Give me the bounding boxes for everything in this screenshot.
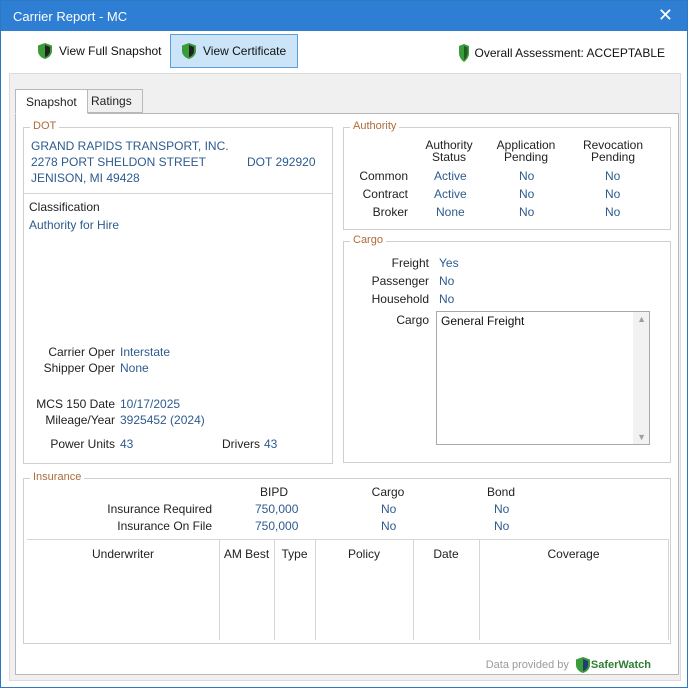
authority-row-revocation: No <box>605 187 621 201</box>
saferwatch-shield-icon <box>575 657 590 673</box>
insurance-required-label: Insurance Required <box>107 502 212 516</box>
authority-row-status: Active <box>434 187 467 201</box>
cargo-list-label: Cargo <box>396 313 429 327</box>
view-full-snapshot-button[interactable]: View Full Snapshot <box>27 34 172 68</box>
overall-assessment-text: Overall Assessment: ACCEPTABLE <box>474 46 665 60</box>
carrier-report-window: Carrier Report - MC ✕ View Full Snapshot… <box>0 0 688 688</box>
saferwatch-logo: SaferWatch <box>575 656 651 674</box>
shield-icon <box>182 43 196 59</box>
coverage-header[interactable]: Coverage <box>479 547 668 561</box>
authority-group-label: Authority <box>350 120 400 132</box>
dot-divider <box>24 193 332 194</box>
authority-row-name: Broker <box>372 205 408 219</box>
dot-number: DOT 292920 <box>247 155 316 169</box>
shield-icon <box>38 43 52 59</box>
authority-status-header-2: Status <box>431 150 467 164</box>
insurance-bipd-header: BIPD <box>259 485 288 499</box>
underwriter-header[interactable]: Underwriter <box>27 547 219 561</box>
freight-value: Yes <box>439 256 459 270</box>
household-label: Household <box>371 292 429 306</box>
title-bar: Carrier Report - MC ✕ <box>1 1 687 31</box>
household-value: No <box>439 292 455 306</box>
mileage-value: 3925452 (2024) <box>120 413 205 427</box>
toolbar: View Full Snapshot View Certificate Over… <box>1 31 687 71</box>
carrier-oper-value: Interstate <box>120 345 171 359</box>
insurance-required-bond: No <box>494 502 510 516</box>
mileage-label: Mileage/Year <box>45 413 115 427</box>
mcs150-label: MCS 150 Date <box>36 397 115 411</box>
shipper-oper-value: None <box>120 361 149 375</box>
drivers-value: 43 <box>264 437 278 451</box>
insurance-required-bipd: 750,000 <box>255 502 299 516</box>
cargo-scrollbar[interactable]: ▲ ▼ <box>633 312 649 444</box>
insurance-onfile-bipd: 750,000 <box>255 519 299 533</box>
insurance-onfile-bond: No <box>494 519 510 533</box>
window-title: Carrier Report - MC <box>13 9 128 24</box>
insurance-table-top-line <box>27 539 669 540</box>
close-icon[interactable]: ✕ <box>658 5 673 26</box>
insurance-bond-header: Bond <box>486 485 516 499</box>
drivers-label: Drivers <box>222 437 260 451</box>
power-units-label: Power Units <box>50 437 115 451</box>
authority-row-revocation: No <box>605 169 621 183</box>
view-full-snapshot-label: View Full Snapshot <box>59 44 162 58</box>
cargo-group-label: Cargo <box>350 234 386 246</box>
passenger-value: No <box>439 274 455 288</box>
insurance-onfile-cargo: No <box>381 519 397 533</box>
tab-snapshot-label: Snapshot <box>26 94 77 109</box>
view-certificate-label: View Certificate <box>203 44 287 58</box>
insurance-cargo-header: Cargo <box>371 485 405 499</box>
cargo-textbox[interactable]: General Freight ▲ ▼ <box>436 311 650 445</box>
insurance-required-cargo: No <box>381 502 397 516</box>
carrier-oper-label: Carrier Oper <box>48 345 115 359</box>
view-certificate-button[interactable]: View Certificate <box>170 34 298 68</box>
carrier-name: GRAND RAPIDS TRANSPORT, INC. <box>31 139 229 153</box>
insurance-onfile-label: Insurance On File <box>117 519 212 533</box>
data-provided-by-text: Data provided by <box>485 659 569 671</box>
insurance-group-label: Insurance <box>30 471 85 483</box>
carrier-street: 2278 PORT SHELDON STREET <box>31 155 206 169</box>
carrier-city: JENISON, MI 49428 <box>31 171 140 185</box>
authority-row-revocation: No <box>605 205 621 219</box>
data-provider-footer: Data provided by SaferWatch <box>486 656 651 674</box>
scroll-down-icon[interactable]: ▼ <box>637 432 646 442</box>
mcs150-value: 10/17/2025 <box>120 397 181 411</box>
authority-row-status: None <box>436 205 465 219</box>
authority-row-name: Contract <box>362 187 408 201</box>
tab-snapshot[interactable]: Snapshot <box>15 89 88 114</box>
authority-row-name: Common <box>359 169 408 183</box>
type-header[interactable]: Type <box>274 547 315 561</box>
authority-row-application: No <box>519 205 535 219</box>
authority-row-application: No <box>519 169 535 183</box>
saferwatch-brand: SaferWatch <box>590 659 651 671</box>
dot-group-label: DOT <box>30 120 60 132</box>
assessment-shield-icon <box>459 44 470 62</box>
scroll-up-icon[interactable]: ▲ <box>637 314 646 324</box>
authority-row-status: Active <box>434 169 467 183</box>
passenger-label: Passenger <box>371 274 429 288</box>
date-header[interactable]: Date <box>413 547 479 561</box>
overall-assessment: Overall Assessment: ACCEPTABLE <box>458 43 665 63</box>
am-best-header[interactable]: AM Best <box>219 547 274 561</box>
tab-ratings[interactable]: Ratings <box>80 89 143 113</box>
application-pending-header-2: Pending <box>503 150 549 164</box>
classification-label: Classification <box>29 200 100 214</box>
policy-header[interactable]: Policy <box>315 547 413 561</box>
power-units-value: 43 <box>120 437 134 451</box>
classification-value: Authority for Hire <box>29 218 120 232</box>
tab-ratings-label: Ratings <box>91 94 132 108</box>
shipper-oper-label: Shipper Oper <box>43 361 115 375</box>
revocation-pending-header-2: Pending <box>590 150 636 164</box>
authority-row-application: No <box>519 187 535 201</box>
cargo-textbox-text: General Freight <box>441 314 525 328</box>
freight-label: Freight <box>391 256 429 270</box>
col-divider <box>668 540 669 640</box>
